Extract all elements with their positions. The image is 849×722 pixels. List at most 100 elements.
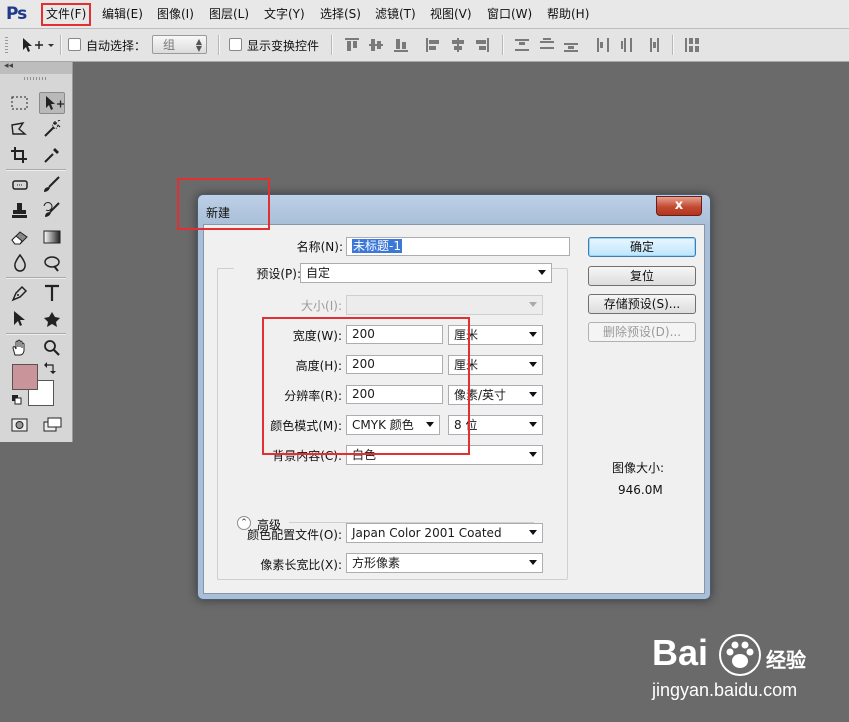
crop-tool[interactable]: [7, 144, 33, 166]
path-selection-icon: [14, 311, 25, 326]
move-tool-preset-icon[interactable]: [20, 37, 54, 53]
align-vertical-center-icon[interactable]: [369, 38, 383, 52]
eraser-icon: [11, 231, 28, 245]
menu-window[interactable]: 窗口(W): [485, 6, 534, 23]
reset-button[interactable]: 复位: [588, 266, 696, 286]
name-input[interactable]: 未标题-1: [346, 237, 570, 256]
crop-icon: [11, 147, 27, 163]
annotation-highlight-title: [177, 178, 270, 230]
watermark-brand: Bai: [652, 632, 709, 673]
default-colors-icon[interactable]: [12, 394, 22, 405]
marquee-tool[interactable]: [7, 92, 33, 114]
distribute-right-icon[interactable]: [645, 38, 659, 52]
history-brush-icon: [43, 202, 60, 217]
chevron-down-icon: [529, 302, 537, 307]
menu-layer[interactable]: 图层(L): [207, 6, 251, 23]
close-button[interactable]: x: [656, 196, 702, 216]
spot-healing-tool[interactable]: [7, 174, 33, 196]
zoom-tool[interactable]: [39, 337, 65, 359]
chevron-down-icon: [529, 560, 537, 565]
baidu-jingyan-watermark: Bai 经验 jingyan.baidu.com: [648, 628, 848, 718]
auto-select-checkbox[interactable]: [68, 38, 81, 51]
auto-select-target-select[interactable]: 组 ▲ ▼: [152, 35, 207, 54]
options-bar-grip[interactable]: [5, 37, 8, 53]
close-icon: x: [674, 198, 684, 213]
ok-button[interactable]: 确定: [588, 237, 696, 257]
chevron-down-icon: [529, 392, 537, 397]
lasso-tool[interactable]: [7, 118, 33, 140]
menu-filter[interactable]: 滤镜(T): [373, 6, 418, 23]
polygonal-lasso-icon: [11, 122, 27, 135]
type-tool[interactable]: [39, 282, 65, 304]
save-preset-button[interactable]: 存储预设(S)...: [588, 294, 696, 314]
hand-tool[interactable]: [7, 337, 33, 359]
menu-file[interactable]: 文件(F): [40, 3, 92, 26]
history-brush-tool[interactable]: [39, 200, 65, 222]
foreground-color-swatch[interactable]: [12, 364, 38, 390]
brush-tool[interactable]: [39, 174, 65, 196]
preset-dropdown[interactable]: 自定: [300, 263, 552, 283]
align-bottom-icon[interactable]: [394, 38, 408, 52]
path-selection-tool[interactable]: [7, 308, 33, 330]
distribute-top-icon[interactable]: [515, 38, 529, 52]
healing-brush-icon: [12, 180, 28, 190]
screen-mode-icon: [43, 417, 62, 432]
menu-select[interactable]: 选择(S): [318, 6, 363, 23]
align-top-icon[interactable]: [345, 38, 359, 52]
auto-select-target-value: 组: [163, 38, 176, 52]
screen-mode-button[interactable]: [39, 414, 65, 436]
pen-tool[interactable]: [7, 282, 33, 304]
separator: [218, 35, 220, 55]
preset-label: 预设(P):: [234, 265, 303, 282]
blur-tool[interactable]: [7, 252, 33, 274]
eyedropper-icon: [44, 148, 59, 163]
align-left-icon[interactable]: [426, 38, 440, 52]
auto-select-label: 自动选择：: [86, 39, 147, 53]
paw-icon: [719, 634, 761, 676]
show-transform-checkbox[interactable]: [229, 38, 242, 51]
name-label: 名称(N):: [296, 240, 343, 254]
move-tool[interactable]: [39, 92, 65, 114]
menu-image[interactable]: 图像(I): [155, 6, 196, 23]
menu-help[interactable]: 帮助(H): [545, 6, 591, 23]
auto-align-layers-icon[interactable]: [685, 38, 699, 52]
swap-colors-icon[interactable]: [44, 362, 56, 374]
dodge-tool[interactable]: [39, 252, 65, 274]
color-profile-dropdown[interactable]: Japan Color 2001 Coated: [346, 523, 543, 543]
pixel-aspect-dropdown[interactable]: 方形像素: [346, 553, 543, 573]
options-bar: 自动选择： 组 ▲ ▼ 显示变换控件: [0, 29, 849, 62]
align-right-icon[interactable]: [475, 38, 489, 52]
brush-icon: [44, 176, 60, 192]
eyedropper-tool[interactable]: [39, 144, 65, 166]
tools-panel-header[interactable]: ◂◂: [0, 61, 72, 74]
menu-view[interactable]: 视图(V): [428, 6, 474, 23]
image-size-label: 图像大小:: [612, 461, 665, 475]
menu-type[interactable]: 文字(Y): [262, 6, 307, 23]
distribute-horizontal-center-icon[interactable]: [621, 38, 635, 52]
distribute-bottom-icon[interactable]: [564, 38, 578, 52]
custom-shape-icon: [44, 312, 60, 327]
clone-stamp-tool[interactable]: [7, 200, 33, 222]
magnifier-icon: [44, 340, 60, 356]
distribute-vertical-center-icon[interactable]: [540, 38, 554, 52]
annotation-highlight-fields: [262, 317, 470, 455]
magic-wand-icon: [44, 120, 61, 137]
delete-preset-button: 删除预设(D)...: [588, 322, 696, 342]
separator: [331, 35, 333, 55]
quick-mask-button[interactable]: [7, 414, 33, 436]
type-icon: [45, 284, 59, 301]
tools-panel-grip[interactable]: [24, 77, 48, 80]
custom-shape-tool[interactable]: [39, 308, 65, 330]
collapse-icon[interactable]: ◂◂: [4, 61, 13, 71]
distribute-left-icon[interactable]: [596, 38, 610, 52]
magic-wand-tool[interactable]: [39, 118, 65, 140]
gradient-tool[interactable]: [39, 226, 65, 248]
separator: [502, 35, 504, 55]
menu-edit[interactable]: 编辑(E): [100, 6, 145, 23]
chevron-down-icon: [529, 530, 537, 535]
color-profile-label: 颜色配置文件(O):: [247, 528, 342, 542]
chevron-down-icon: [529, 332, 537, 337]
preset-value: 自定: [306, 266, 331, 280]
align-horizontal-center-icon[interactable]: [451, 38, 465, 52]
eraser-tool[interactable]: [7, 226, 33, 248]
